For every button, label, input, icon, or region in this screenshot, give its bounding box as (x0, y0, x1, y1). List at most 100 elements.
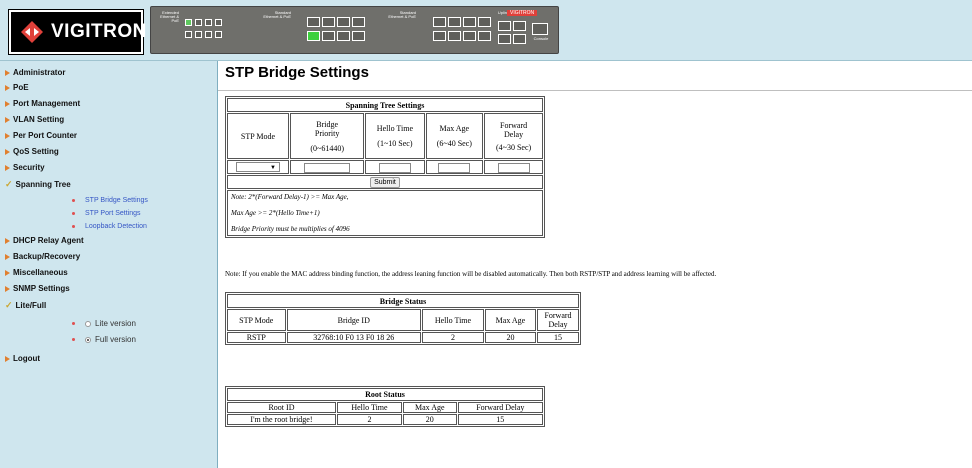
stp-mode-select[interactable]: ▼ (236, 162, 280, 172)
bridge-status-cell: 20 (484, 332, 536, 343)
vigitron-logo: VIGITRON (9, 10, 146, 54)
header-bar: VIGITRON Extended Ethernet & PoE Standar… (0, 0, 972, 61)
bridge-status-header: Forward Delay (537, 309, 579, 331)
sidebar-item-backup-recovery[interactable]: Backup/Recovery (5, 252, 80, 261)
hello-time-input[interactable] (378, 162, 411, 173)
port-15[interactable] (352, 17, 365, 27)
bridge-status-cell: RSTP (227, 332, 286, 343)
header-stp-mode: STP Mode (227, 113, 289, 159)
root-status-header: Hello Time (336, 402, 402, 413)
bullet-icon (72, 212, 75, 215)
port-4[interactable] (195, 31, 202, 38)
full-version-radio[interactable] (85, 336, 91, 343)
console-label: Console (533, 36, 549, 41)
port-11[interactable] (322, 17, 335, 27)
arrow-right-icon (5, 84, 10, 91)
bridge-status-table: Bridge Status STP Mode Bridge ID Hello T… (225, 292, 581, 345)
arrow-right-icon (5, 148, 10, 155)
port-17[interactable] (433, 17, 446, 27)
sidebar-item-security[interactable]: Security (5, 163, 45, 172)
arrow-right-icon (5, 69, 10, 76)
sidebar: Administrator PoE Port Management VLAN S… (0, 61, 218, 468)
sidebar-item-port-management[interactable]: Port Management (5, 99, 80, 108)
bullet-icon (72, 338, 75, 341)
port-26[interactable] (513, 21, 526, 31)
title-divider (218, 90, 972, 91)
port-8[interactable] (215, 31, 222, 38)
sidebar-item-spanning-tree[interactable]: ✓ Spanning Tree (5, 179, 71, 190)
device-brand-badge: VIGITRON (507, 10, 538, 16)
diamond-arrows-icon (21, 21, 43, 43)
sidebar-sub-stp-bridge-settings[interactable]: STP Bridge Settings (72, 197, 148, 204)
arrow-right-icon (5, 355, 10, 362)
root-status-cell: 15 (457, 414, 543, 425)
port-12[interactable] (322, 31, 335, 41)
arrow-right-icon (5, 132, 10, 139)
port-18[interactable] (433, 31, 446, 41)
arrow-right-icon (5, 285, 10, 292)
port-2[interactable] (185, 31, 192, 38)
header-bridge-priority: Bridge Priority (0~61440) (290, 113, 365, 159)
bridge-priority-input[interactable] (304, 162, 351, 173)
max-age-input[interactable] (438, 162, 471, 173)
port-22[interactable] (463, 31, 476, 41)
sidebar-sub-loopback-detection[interactable]: Loopback Detection (72, 223, 147, 230)
sidebar-item-qos-setting[interactable]: QoS Setting (5, 147, 59, 156)
port-23[interactable] (478, 17, 491, 27)
arrow-right-icon (5, 100, 10, 107)
root-status-header: Root ID (227, 402, 336, 413)
sidebar-item-logout[interactable]: Logout (5, 354, 40, 363)
port-28[interactable] (513, 34, 526, 44)
spanning-tree-settings-caption: Spanning Tree Settings (227, 98, 543, 112)
port-10[interactable] (307, 31, 320, 41)
bridge-status-cell: 15 (537, 332, 579, 343)
port-21[interactable] (463, 17, 476, 27)
port-20[interactable] (448, 31, 461, 41)
sidebar-item-poe[interactable]: PoE (5, 83, 29, 92)
check-icon: ✓ (5, 300, 13, 310)
root-status-cell: 20 (402, 414, 457, 425)
port-7[interactable] (215, 19, 222, 26)
version-option-lite[interactable]: Lite version (72, 319, 136, 328)
port-27[interactable] (498, 34, 511, 44)
sidebar-item-administrator[interactable]: Administrator (5, 68, 65, 77)
version-option-full[interactable]: Full version (72, 335, 136, 344)
submit-button[interactable]: Submit (370, 176, 400, 188)
port-13[interactable] (337, 17, 350, 27)
lite-version-radio[interactable] (85, 320, 91, 327)
bridge-status-cell: 2 (422, 332, 484, 343)
root-status-header: Max Age (402, 402, 457, 413)
port-14[interactable] (337, 31, 350, 41)
sidebar-item-snmp-settings[interactable]: SNMP Settings (5, 284, 70, 293)
arrow-right-icon (5, 269, 10, 276)
arrow-right-icon (5, 237, 10, 244)
root-status-caption: Root Status (227, 388, 543, 401)
port-1[interactable] (185, 19, 192, 26)
bullet-icon (72, 322, 75, 325)
sidebar-item-vlan-setting[interactable]: VLAN Setting (5, 115, 64, 124)
bullet-icon (72, 199, 75, 202)
sidebar-item-miscellaneous[interactable]: Miscellaneous (5, 268, 68, 277)
port-3[interactable] (195, 19, 202, 26)
root-status-cell: 2 (336, 414, 402, 425)
console-port[interactable] (532, 23, 548, 35)
mac-binding-note: Note: If you enable the MAC address bind… (225, 270, 717, 278)
forward-delay-input[interactable] (497, 162, 530, 173)
root-status-table: Root Status Root ID Hello Time Max Age F… (225, 386, 545, 427)
port-9[interactable] (307, 17, 320, 27)
arrow-right-icon (5, 164, 10, 171)
port-19[interactable] (448, 17, 461, 27)
root-status-header: Forward Delay (457, 402, 543, 413)
sidebar-item-dhcp-relay-agent[interactable]: DHCP Relay Agent (5, 236, 84, 245)
sidebar-item-per-port-counter[interactable]: Per Port Counter (5, 131, 77, 140)
sidebar-item-lite-full[interactable]: ✓ Lite/Full (5, 300, 46, 311)
spanning-tree-settings-table: Spanning Tree Settings STP Mode Bridge P… (225, 96, 545, 238)
bridge-status-header: Max Age (484, 309, 536, 331)
sidebar-sub-stp-port-settings[interactable]: STP Port Settings (72, 210, 141, 217)
port-6[interactable] (205, 31, 212, 38)
port-16[interactable] (352, 31, 365, 41)
port-24[interactable] (478, 31, 491, 41)
port-5[interactable] (205, 19, 212, 26)
check-icon: ✓ (5, 179, 13, 189)
port-25[interactable] (498, 21, 511, 31)
